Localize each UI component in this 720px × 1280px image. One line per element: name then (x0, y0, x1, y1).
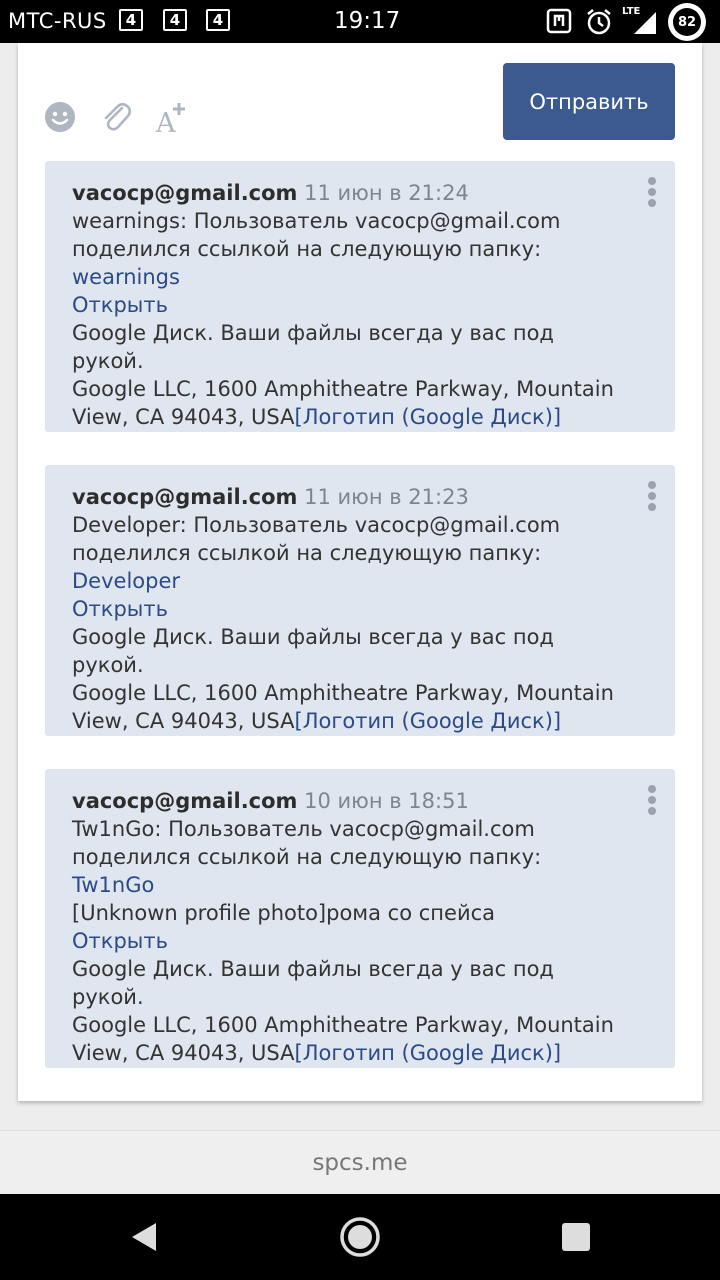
message-body: vacocp@gmail.com 11 июн в 21:23 Develope… (72, 483, 632, 735)
browser-url-bar[interactable]: spcs.me (0, 1130, 720, 1195)
message-text-line: [Unknown profile photo]рома со спейса (72, 901, 496, 925)
network-4g-icon: 4 (206, 9, 230, 31)
message-author[interactable]: vacocp@gmail.com (72, 789, 297, 813)
battery-icon: 82 (668, 3, 706, 41)
open-link[interactable]: Открыть (72, 293, 168, 317)
message-date: 10 июн в 18:51 (304, 789, 469, 813)
message-footer-line: View, CA 94043, USA (72, 405, 295, 429)
more-options-icon[interactable] (647, 481, 657, 515)
folder-link[interactable]: wearnings (72, 265, 180, 289)
site-domain: spcs.me (312, 1150, 408, 1176)
navigation-bar (0, 1194, 720, 1280)
message-body: vacocp@gmail.com 10 июн в 18:51 Tw1nGo: … (72, 787, 632, 1067)
recent-apps-icon[interactable] (561, 1222, 591, 1252)
message-footer-line: Google Диск. Ваши файлы всегда у вас под… (72, 321, 554, 373)
message-text-line: поделился ссылкой на следующую папку: (72, 541, 542, 565)
message-footer-line: Google LLC, 1600 Amphitheatre Parkway, M… (72, 377, 614, 401)
message-footer-line: Google LLC, 1600 Amphitheatre Parkway, M… (72, 1013, 614, 1037)
status-bar: MTC-RUS 4 4 4 19:17 LTE 82 (0, 0, 720, 43)
smile-icon[interactable] (44, 101, 76, 133)
svg-text:A: A (155, 108, 176, 135)
message-text-line: Tw1nGo: Пользователь vacocp@gmail.com (72, 817, 535, 841)
logo-link[interactable]: [Логотип (Google Диск)] (295, 1041, 562, 1065)
message-card: vacocp@gmail.com 10 июн в 18:51 Tw1nGo: … (45, 769, 675, 1068)
message-date: 11 июн в 21:23 (304, 485, 469, 509)
network-4g-icon: 4 (119, 9, 143, 31)
logo-link[interactable]: [Логотип (Google Диск)] (295, 709, 562, 733)
message-footer-line: Google Диск. Ваши файлы всегда у вас под… (72, 957, 554, 1009)
message-footer-line: Google Диск. Ваши файлы всегда у вас под… (72, 625, 554, 677)
network-4g-icon: 4 (163, 9, 187, 31)
message-card: vacocp@gmail.com 11 июн в 21:24 wearning… (45, 161, 675, 432)
open-link[interactable]: Открыть (72, 929, 168, 953)
carrier-name: MTC-RUS (8, 9, 107, 33)
open-link[interactable]: Открыть (72, 597, 168, 621)
alarm-icon (587, 9, 611, 35)
more-options-icon[interactable] (647, 785, 657, 819)
message-author[interactable]: vacocp@gmail.com (72, 181, 297, 205)
message-text-line: поделился ссылкой на следующую папку: (72, 237, 542, 261)
nfc-icon (546, 8, 572, 34)
message-footer-line: View, CA 94043, USA (72, 709, 295, 733)
text-format-icon[interactable]: A (155, 101, 189, 135)
paperclip-icon[interactable] (100, 100, 132, 134)
home-icon[interactable] (339, 1216, 381, 1258)
clock: 19:17 (334, 8, 401, 34)
message-text-line: wearnings: Пользователь vacocp@gmail.com (72, 209, 561, 233)
message-card: vacocp@gmail.com 11 июн в 21:23 Develope… (45, 465, 675, 736)
message-footer-line: Google LLC, 1600 Amphitheatre Parkway, M… (72, 681, 614, 705)
folder-link[interactable]: Developer (72, 569, 180, 593)
battery-level: 82 (673, 8, 701, 36)
message-text-line: Developer: Пользователь vacocp@gmail.com (72, 513, 561, 537)
folder-link[interactable]: Tw1nGo (72, 873, 154, 897)
message-author[interactable]: vacocp@gmail.com (72, 485, 297, 509)
send-button[interactable]: Отправить (503, 63, 675, 140)
messages-card: A Отправить vacocp@gmail.com 11 июн в 21… (18, 43, 702, 1101)
message-body: vacocp@gmail.com 11 июн в 21:24 wearning… (72, 179, 632, 431)
back-icon[interactable] (128, 1220, 160, 1254)
more-options-icon[interactable] (647, 177, 657, 211)
message-date: 11 июн в 21:24 (304, 181, 469, 205)
logo-link[interactable]: [Логотип (Google Диск)] (295, 405, 562, 429)
message-footer-line: View, CA 94043, USA (72, 1041, 295, 1065)
signal-icon (634, 12, 656, 34)
message-text-line: поделился ссылкой на следующую папку: (72, 845, 542, 869)
